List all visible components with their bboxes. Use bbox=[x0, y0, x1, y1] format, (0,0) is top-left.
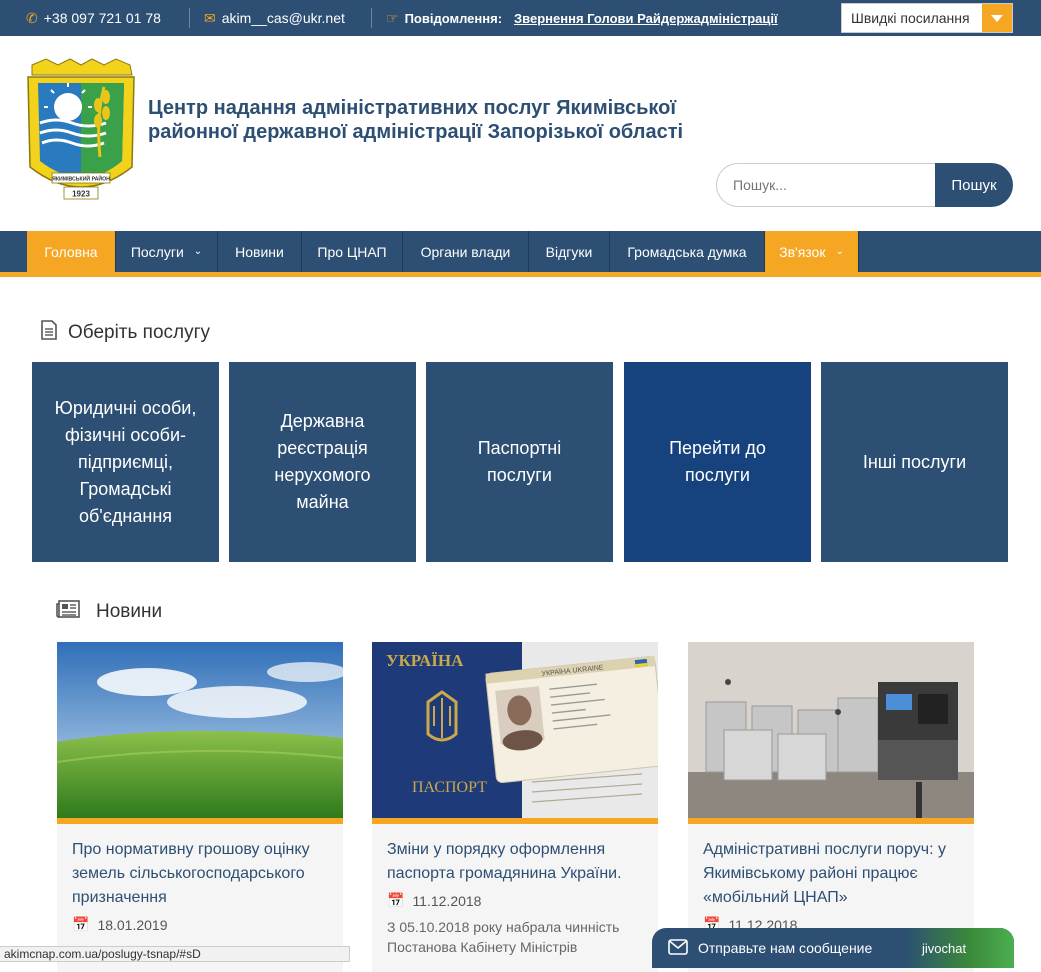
search-button[interactable]: Пошук bbox=[935, 163, 1013, 207]
nav-home[interactable]: Головна bbox=[27, 231, 116, 272]
phone-text: +38 097 721 01 78 bbox=[43, 10, 161, 26]
nav-contact[interactable]: Зв'язок ⌄ bbox=[765, 231, 859, 272]
nav-news[interactable]: Новини bbox=[218, 231, 302, 272]
site-title[interactable]: Центр надання адміністративних послуг Як… bbox=[148, 96, 848, 144]
document-icon bbox=[40, 320, 58, 346]
news-image-field[interactable] bbox=[57, 642, 343, 818]
logo-year: 1923 bbox=[72, 190, 90, 199]
services-heading: Оберіть послугу bbox=[40, 320, 210, 346]
tile-label: Перейти до послуги bbox=[669, 438, 766, 485]
date-text: 11.12.2018 bbox=[412, 892, 482, 909]
notice-link[interactable]: Звернення Голови Райдержадміністрації bbox=[514, 11, 778, 26]
news-title[interactable]: Адміністративні послуги поруч: у Якимівс… bbox=[688, 824, 974, 910]
passport-country: УКРАЇНА bbox=[386, 651, 464, 670]
nav-reviews[interactable]: Відгуки bbox=[529, 231, 610, 272]
news-image-passport[interactable]: УКРАЇНА ПАСПОРТ УКРАЇНА UKRAINE bbox=[372, 642, 658, 818]
nav-label: Про ЦНАП bbox=[317, 243, 387, 260]
logo-text: ЯКИМІВСЬКИЙ РАЙОН bbox=[52, 175, 110, 183]
news-excerpt: З 05.10.2018 року набрала чинність Поста… bbox=[387, 919, 620, 955]
quick-links-dropdown[interactable]: Швидкі посилання bbox=[841, 3, 1013, 33]
news-image-mobile-office[interactable] bbox=[688, 642, 974, 818]
quick-links-label: Швидкі посилання bbox=[851, 10, 970, 26]
site-title-line1: Центр надання адміністративних послуг Як… bbox=[148, 97, 676, 119]
calendar-icon: 📅 bbox=[72, 916, 90, 932]
chat-widget[interactable]: Отправьте нам сообщение jivochat bbox=[652, 928, 1014, 968]
notice: ☞ Повідомлення: Звернення Голови Райдерж… bbox=[386, 0, 778, 36]
service-tile-go-to-service[interactable]: Перейти до послуги bbox=[624, 362, 811, 562]
nav-label: Зв'язок bbox=[779, 243, 826, 260]
divider bbox=[371, 8, 372, 28]
nav-label: Послуги bbox=[130, 243, 184, 260]
date-text: 18.01.2019 bbox=[97, 916, 168, 933]
top-bar: ✆ +38 097 721 01 78 ✉ akim__cas@ukr.net … bbox=[0, 0, 1041, 36]
site-title-line2: районної державної адміністрації Запоріз… bbox=[148, 121, 684, 143]
email-text: akim__cas@ukr.net bbox=[221, 10, 345, 26]
hand-pointer-icon: ☞ bbox=[386, 9, 399, 26]
coat-of-arms-logo[interactable]: ЯКИМІВСЬКИЙ РАЙОН 1923 bbox=[26, 57, 136, 205]
news-card[interactable]: УКРАЇНА ПАСПОРТ УКРАЇНА UKRAINE Зміни у … bbox=[372, 642, 658, 972]
browser-status-url: akimcnap.com.ua/poslugy-tsnap/#sD bbox=[0, 946, 350, 962]
nav-services[interactable]: Послуги ⌄ bbox=[116, 231, 218, 272]
calendar-icon: 📅 bbox=[387, 892, 405, 908]
service-tile-property-registration[interactable]: Державна реєстрація нерухомого майна bbox=[229, 362, 416, 562]
chevron-down-icon: ⌄ bbox=[193, 246, 203, 257]
news-title[interactable]: Про нормативну грошову оцінку земель сіл… bbox=[57, 824, 343, 910]
phone-icon: ✆ bbox=[26, 9, 38, 26]
envelope-icon: ✉ bbox=[204, 9, 216, 26]
news-heading-text: Новини bbox=[96, 601, 163, 622]
nav-label: Органи влади bbox=[420, 243, 511, 260]
chevron-down-icon: ⌄ bbox=[835, 246, 844, 257]
nav-label: Головна bbox=[44, 243, 98, 260]
news-card[interactable]: Про нормативну грошову оцінку земель сіл… bbox=[57, 642, 343, 972]
chevron-down-icon[interactable] bbox=[982, 4, 1012, 32]
nav-public-opinion[interactable]: Громадська думка bbox=[610, 231, 765, 272]
tile-label: Інші послуги bbox=[862, 451, 967, 472]
news-heading: Новини bbox=[56, 600, 162, 624]
news-date: 📅 18.01.2019 bbox=[57, 910, 343, 933]
tile-label: Юридичні особи, фізичні особи-підприємці… bbox=[54, 397, 197, 526]
passport-word: ПАСПОРТ bbox=[412, 779, 487, 796]
message-icon bbox=[668, 938, 688, 958]
service-tile-passport[interactable]: Паспортні послуги bbox=[426, 362, 613, 562]
nav-label: Громадська думка bbox=[627, 243, 747, 260]
nav-authorities[interactable]: Органи влади bbox=[403, 231, 529, 272]
notice-label: Повідомлення: bbox=[404, 10, 503, 26]
newspaper-icon bbox=[56, 600, 80, 624]
main-nav: Головна Послуги ⌄ Новини Про ЦНАП Органи … bbox=[0, 231, 1041, 277]
search-form: Пошук bbox=[716, 163, 1014, 207]
nav-label: Відгуки bbox=[545, 243, 593, 260]
search-input[interactable] bbox=[716, 163, 936, 207]
tile-label: Паспортні послуги bbox=[477, 438, 562, 485]
services-heading-text: Оберіть послугу bbox=[68, 322, 211, 343]
news-title[interactable]: Зміни у порядку оформлення паспорта гром… bbox=[372, 824, 658, 886]
phone-contact[interactable]: ✆ +38 097 721 01 78 bbox=[26, 0, 161, 36]
nav-about[interactable]: Про ЦНАП bbox=[302, 231, 403, 272]
chat-brand: jivochat bbox=[904, 928, 1014, 968]
service-tile-legal-entities[interactable]: Юридичні особи, фізичні особи-підприємці… bbox=[32, 362, 219, 562]
news-card[interactable]: Адміністративні послуги поруч: у Якимівс… bbox=[688, 642, 974, 972]
divider bbox=[189, 8, 190, 28]
tile-label: Державна реєстрація нерухомого майна bbox=[274, 411, 371, 512]
service-tile-other[interactable]: Інші послуги bbox=[821, 362, 1008, 562]
nav-label: Новини bbox=[235, 243, 284, 260]
chat-label: Отправьте нам сообщение bbox=[698, 940, 873, 956]
news-date: 📅 11.12.2018 bbox=[372, 886, 658, 909]
email-contact[interactable]: ✉ akim__cas@ukr.net bbox=[204, 0, 345, 36]
